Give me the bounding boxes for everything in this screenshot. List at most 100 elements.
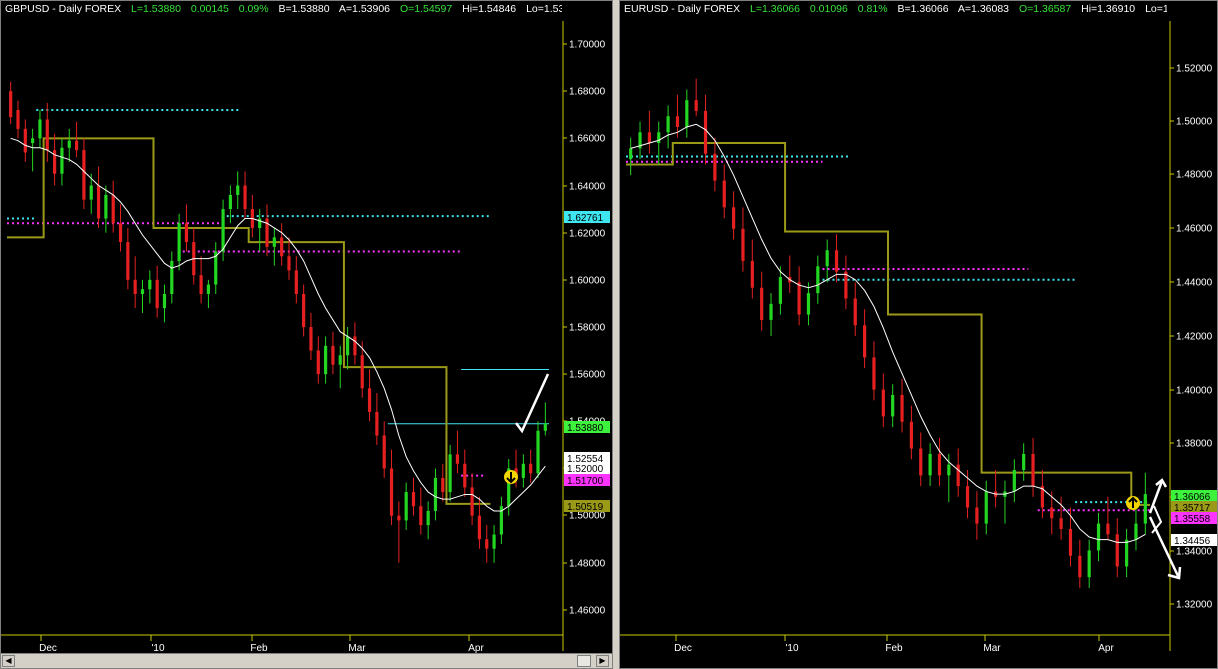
candle-body	[1125, 539, 1129, 567]
candle-body	[1050, 507, 1054, 519]
y-tick-label: 1.46000	[569, 606, 606, 617]
moving-average-line	[630, 123, 1146, 543]
candle-body	[956, 464, 960, 487]
candle-body	[722, 180, 726, 208]
x-tick-label: Apr	[1098, 643, 1114, 654]
candle-body	[778, 277, 782, 304]
candle-body	[258, 218, 262, 228]
candle-body	[441, 477, 445, 493]
candle-body	[16, 110, 20, 129]
candle-body	[338, 355, 342, 365]
candle-body	[536, 430, 540, 474]
candle-body	[375, 411, 379, 436]
check-annotation	[515, 373, 550, 434]
scroll-thumb[interactable]	[577, 655, 591, 667]
y-tick-label: 1.56000	[569, 370, 606, 381]
candle-body	[741, 228, 745, 261]
candle-body	[947, 464, 951, 476]
candle-body	[844, 271, 848, 299]
x-tick-label: Feb	[885, 643, 903, 654]
candle-body	[199, 275, 203, 294]
gbpusd-chart-panel[interactable]: GBPUSD - Daily FOREX L=1.53880 0.00145 0…	[0, 0, 613, 669]
candle-body	[448, 454, 452, 493]
candle-body	[433, 477, 438, 511]
candle-body	[1143, 494, 1147, 524]
candle-body	[928, 453, 932, 476]
candle-body	[316, 350, 320, 375]
scroll-right-icon[interactable]: ▶	[596, 655, 609, 667]
y-tick-label: 1.58000	[569, 323, 606, 334]
candle-body	[1134, 523, 1138, 540]
price-tag-label: 1.50519	[567, 502, 604, 513]
price-tag-label: 1.35558	[1174, 514, 1211, 525]
up-arrow-annotation	[1148, 478, 1168, 514]
candle-body	[485, 539, 489, 549]
x-tick-label: '10	[785, 643, 798, 654]
candle-body	[67, 140, 71, 148]
candle-body	[1115, 534, 1119, 567]
y-tick-label: 1.38000	[1176, 439, 1213, 450]
candle-body	[82, 150, 86, 200]
y-tick-label: 1.44000	[1176, 278, 1213, 289]
candle-body	[96, 185, 101, 219]
candle-body	[529, 463, 533, 474]
candle-body	[816, 266, 820, 294]
eurusd-plot[interactable]: 1.52000 1.50000 1.48000 1.46000 1.44000 1.420…	[620, 1, 1218, 669]
candle-body	[909, 421, 913, 449]
step-stop-line	[7, 137, 491, 505]
y-tick-label: 1.42000	[1176, 332, 1213, 343]
candle-body	[543, 423, 547, 431]
candle-body	[470, 487, 474, 516]
candle-body	[675, 116, 680, 127]
candle-body	[382, 435, 386, 469]
candle-body	[750, 260, 754, 288]
y-tick-label: 1.48000	[1176, 170, 1213, 181]
price-tag-label: 1.51700	[567, 476, 604, 487]
y-tick-label: 1.50000	[1176, 117, 1213, 128]
price-tag-label: 1.53880	[567, 423, 604, 434]
y-tick-label: 1.62000	[569, 229, 606, 240]
candle-body	[806, 293, 811, 315]
candle-body	[389, 468, 394, 516]
candle-body	[221, 209, 225, 252]
zigzag-annotation	[1151, 505, 1163, 534]
step-stop-line	[626, 142, 1150, 506]
gbpusd-scrollbar[interactable]: ◀ ▶	[1, 653, 612, 668]
candle-body	[280, 237, 284, 257]
candle-body	[411, 492, 416, 507]
candle-body	[324, 345, 328, 375]
candle-body	[703, 110, 708, 154]
price-tag-label: 1.34456	[1174, 536, 1211, 547]
candle-body	[863, 325, 867, 358]
candle-body	[463, 463, 467, 488]
candle-body	[162, 293, 167, 309]
candle-body	[732, 207, 736, 229]
candle-body	[243, 185, 247, 210]
candle-body	[1068, 528, 1073, 556]
candle-body	[1087, 550, 1091, 578]
candle-body	[477, 515, 482, 540]
candle-body	[74, 140, 79, 151]
candle-body	[89, 185, 93, 200]
candle-body	[492, 534, 496, 549]
y-tick-label: 1.66000	[569, 134, 606, 145]
gbpusd-plot[interactable]: 1.70000 1.68000 1.66000 1.64000 1.62000 1.600…	[1, 1, 613, 669]
candle-body	[228, 194, 232, 210]
y-tick-label: 1.48000	[569, 559, 606, 570]
candle-body	[853, 298, 857, 326]
candle-body	[155, 279, 159, 309]
candle-body	[60, 147, 64, 174]
candle-body	[713, 153, 717, 181]
candle-body	[184, 223, 189, 243]
candle-body	[694, 100, 698, 111]
y-tick-label: 1.60000	[569, 276, 606, 287]
candle-body	[345, 336, 350, 356]
candle-body	[647, 132, 651, 144]
candle-body	[797, 282, 801, 315]
eurusd-chart-panel[interactable]: EURUSD - Daily FOREX L=1.36066 0.01096 0…	[619, 0, 1218, 669]
price-tag-label: 1.52000	[567, 464, 604, 475]
candle-body	[426, 510, 430, 526]
scroll-left-icon[interactable]: ◀	[2, 655, 15, 667]
y-tick-label: 1.40000	[1176, 386, 1213, 397]
y-tick-label: 1.68000	[569, 87, 606, 98]
